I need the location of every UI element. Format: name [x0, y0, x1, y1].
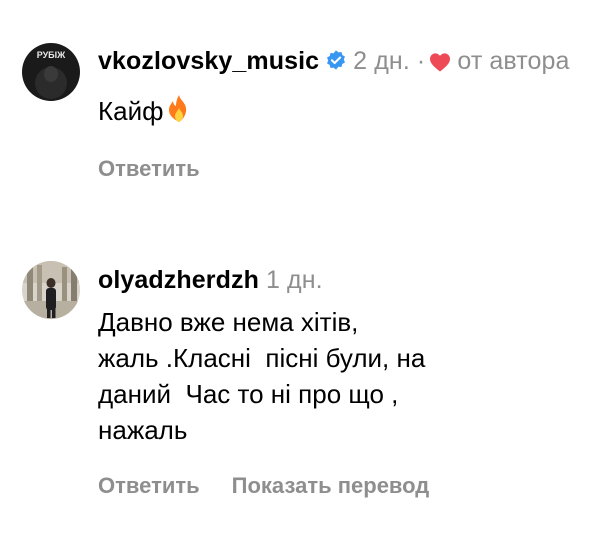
comment-actions: Ответить Показать перевод	[98, 471, 570, 501]
comment-item: РУБІЖ vkozlovsky_music 2 дн. · от автора К…	[0, 0, 600, 225]
fire-icon	[166, 94, 192, 133]
comment-header: vkozlovsky_music 2 дн. · от автора	[98, 44, 570, 81]
comment-actions: Ответить	[98, 154, 570, 184]
comment-item: olyadzherdzh 1 дн. Давно вже нема хітів,…	[0, 225, 600, 541]
comment-header: olyadzherdzh 1 дн.	[98, 263, 570, 297]
avatar-image: РУБІЖ	[22, 43, 80, 101]
verified-badge-icon	[325, 46, 347, 80]
avatar[interactable]	[22, 261, 80, 319]
comment-time: 1 дн.	[266, 266, 323, 294]
comment-text-line: даний Час то ні про що ,	[98, 379, 399, 409]
comment-text-line: жаль .Класні пісні були, на	[98, 343, 426, 373]
author-like-label: от автора	[457, 47, 570, 75]
comment-text-line: Давно вже нема хітів,	[98, 307, 359, 337]
comment-text-line: нажаль	[98, 415, 188, 445]
comment-time: 2 дн.	[353, 47, 410, 75]
comment-text: Кайф	[98, 93, 570, 133]
reply-button[interactable]: Ответить	[98, 156, 200, 181]
avatar[interactable]: РУБІЖ	[22, 43, 80, 101]
comment-text-body: Кайф	[98, 96, 164, 126]
username[interactable]: olyadzherdzh	[98, 266, 259, 294]
username[interactable]: vkozlovsky_music	[98, 47, 319, 75]
separator-dot: ·	[416, 47, 426, 75]
avatar-logo-text: РУБІЖ	[37, 50, 66, 60]
reply-button[interactable]: Ответить	[98, 473, 200, 498]
show-translation-button[interactable]: Показать перевод	[232, 473, 430, 498]
comment-text: Давно вже нема хітів, жаль .Класні пісні…	[98, 304, 570, 448]
avatar-image	[22, 261, 80, 319]
heart-icon	[429, 47, 451, 81]
